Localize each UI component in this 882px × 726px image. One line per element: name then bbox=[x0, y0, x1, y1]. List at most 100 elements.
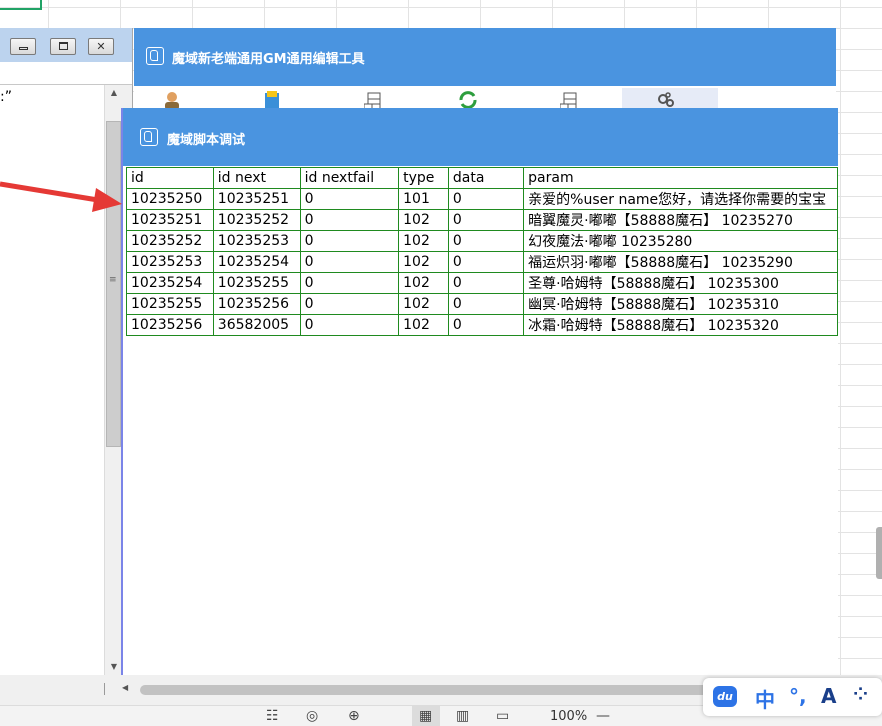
zoom-out-icon[interactable]: — bbox=[596, 708, 610, 724]
table-cell[interactable]: 幽冥·哈姆特【58888魔石】 10235310 bbox=[523, 293, 838, 315]
table-cell[interactable]: 0 bbox=[447, 314, 525, 336]
left-window: ✕ :” ▲ ≡ ▼ bbox=[0, 28, 133, 675]
table-cell[interactable]: 圣尊·哈姆特【58888魔石】 10235300 bbox=[523, 272, 838, 294]
left-window-menu-strip bbox=[0, 62, 132, 85]
table-cell[interactable]: 暗翼魔灵·嘟嘟【58888魔石】 10235270 bbox=[523, 209, 838, 231]
ime-menu-grid-icon[interactable]: ⁘ bbox=[853, 684, 868, 705]
table-header-row: id id next id nextfail type data param bbox=[126, 167, 838, 189]
table-cell[interactable]: 102 bbox=[398, 230, 449, 252]
ime-punctuation-toggle[interactable]: °, bbox=[789, 684, 807, 708]
table-cell[interactable]: 亲爱的%user name您好，请选择你需要的宝宝 bbox=[523, 188, 838, 210]
table-cell[interactable]: 0 bbox=[447, 251, 525, 273]
zoom-level[interactable]: 100% bbox=[550, 709, 587, 724]
table-cell[interactable]: 102 bbox=[398, 293, 449, 315]
table-cell[interactable]: 10235250 bbox=[126, 188, 214, 210]
table-cell[interactable]: 10235251 bbox=[126, 209, 214, 231]
table-cell[interactable]: 10235253 bbox=[126, 251, 214, 273]
table-cell[interactable]: 36582005 bbox=[212, 314, 301, 336]
table-layout-icon[interactable]: ☷ bbox=[266, 708, 279, 724]
table-cell[interactable]: 102 bbox=[398, 251, 449, 273]
maximize-icon bbox=[59, 42, 68, 50]
table-cell[interactable]: 0 bbox=[299, 314, 400, 336]
center-mode-icon[interactable]: ⊕ bbox=[348, 708, 360, 724]
column-header[interactable]: data bbox=[447, 167, 525, 189]
gm-tool-titlebar: 魔域新老端通用GM通用编辑工具 bbox=[134, 28, 836, 86]
column-header[interactable]: param bbox=[523, 167, 838, 189]
table-cell[interactable]: 0 bbox=[447, 293, 525, 315]
table-cell[interactable]: 福运炽羽·嘟嘟【58888魔石】 10235290 bbox=[523, 251, 838, 273]
table-cell[interactable]: 102 bbox=[398, 272, 449, 294]
eye-protect-icon[interactable]: ◎ bbox=[306, 708, 318, 724]
table-cell[interactable]: 0 bbox=[447, 272, 525, 294]
table-row[interactable]: 10235251 10235252 0 102 0 暗翼魔灵·嘟嘟【58888魔石】 10… bbox=[126, 209, 838, 231]
table-cell[interactable]: 10235253 bbox=[212, 230, 301, 252]
column-header[interactable]: id nextfail bbox=[299, 167, 400, 189]
table-cell[interactable]: 幻夜魔法·嘟嘟 10235280 bbox=[523, 230, 838, 252]
maximize-button[interactable] bbox=[50, 38, 76, 55]
script-debug-body: id id next id nextfail type data param 102352… bbox=[123, 166, 838, 675]
page-layout-icon[interactable]: ▥ bbox=[456, 708, 469, 724]
table-cell[interactable]: 10235255 bbox=[212, 272, 301, 294]
table-cell[interactable]: 冰霜·哈姆特【58888魔石】 10235320 bbox=[523, 314, 838, 336]
close-button[interactable]: ✕ bbox=[88, 38, 114, 55]
scroll-grip-icon: ≡ bbox=[109, 275, 117, 285]
table-cell[interactable]: 10235251 bbox=[212, 188, 301, 210]
gm-tool-title: 魔域新老端通用GM通用编辑工具 bbox=[172, 52, 365, 67]
script-debug-titlebar: 魔域脚本调试 bbox=[123, 108, 838, 166]
left-window-titlebar: ✕ bbox=[0, 28, 132, 62]
table-row[interactable]: 10235253 10235254 0 102 0 福运炽羽·嘟嘟【58888魔石】 10… bbox=[126, 251, 838, 273]
table-cell[interactable]: 0 bbox=[299, 272, 400, 294]
table-cell[interactable]: 0 bbox=[447, 188, 525, 210]
minimize-button[interactable] bbox=[10, 38, 36, 55]
table-cell[interactable]: 0 bbox=[447, 230, 525, 252]
table-cell[interactable]: 102 bbox=[398, 209, 449, 231]
ime-toolbar: du 中 °, A ⁘ bbox=[703, 678, 882, 716]
scroll-left-arrow-icon[interactable]: ◀ bbox=[122, 683, 128, 692]
table-row[interactable]: 10235255 10235256 0 102 0 幽冥·哈姆特【58888魔石】 102… bbox=[126, 293, 838, 315]
normal-view-button[interactable]: ▦ bbox=[412, 706, 440, 726]
sheet-tab-separator bbox=[104, 683, 105, 695]
left-window-text: :” bbox=[0, 89, 12, 105]
table-cell[interactable]: 10235256 bbox=[212, 293, 301, 315]
script-debug-window: 魔域脚本调试 id id next id nextfail type data param… bbox=[121, 108, 838, 675]
table-cell[interactable]: 0 bbox=[299, 251, 400, 273]
table-cell[interactable]: 10235256 bbox=[126, 314, 214, 336]
user-icon[interactable] bbox=[162, 90, 182, 110]
table-cell[interactable]: 10235255 bbox=[126, 293, 214, 315]
horizontal-scroll-thumb[interactable] bbox=[140, 685, 710, 695]
table-row[interactable]: 10235256 36582005 0 102 0 冰霜·哈姆特【58888魔石】 102… bbox=[126, 314, 838, 336]
column-header[interactable]: id next bbox=[212, 167, 301, 189]
table-cell[interactable]: 0 bbox=[299, 209, 400, 231]
right-edge-scroll-tab[interactable] bbox=[876, 527, 882, 579]
table-cell[interactable]: 10235252 bbox=[126, 230, 214, 252]
database-icon[interactable] bbox=[364, 90, 384, 110]
table-cell[interactable]: 0 bbox=[447, 209, 525, 231]
table-row[interactable]: 10235254 10235255 0 102 0 圣尊·哈姆特【58888魔石】 102… bbox=[126, 272, 838, 294]
table-cell[interactable]: 0 bbox=[299, 230, 400, 252]
script-table: id id next id nextfail type data param 102352… bbox=[126, 167, 838, 336]
page-break-icon[interactable]: ▭ bbox=[496, 708, 509, 724]
baidu-ime-logo-icon[interactable]: du bbox=[713, 686, 737, 707]
ime-language-toggle[interactable]: 中 bbox=[755, 684, 775, 713]
book-icon[interactable] bbox=[262, 90, 282, 110]
column-header[interactable]: type bbox=[398, 167, 449, 189]
minimize-icon bbox=[19, 47, 28, 50]
scroll-up-arrow-icon[interactable]: ▲ bbox=[105, 85, 123, 101]
table-row[interactable]: 10235252 10235253 0 102 0 幻夜魔法·嘟嘟 10235280 bbox=[126, 230, 838, 252]
table-cell[interactable]: 0 bbox=[299, 293, 400, 315]
refresh-icon[interactable] bbox=[458, 90, 478, 110]
database-icon[interactable] bbox=[560, 90, 580, 110]
table-cell[interactable]: 10235254 bbox=[126, 272, 214, 294]
gm-tool-window: 魔域新老端通用GM通用编辑工具 bbox=[134, 28, 836, 110]
table-cell[interactable]: 102 bbox=[398, 314, 449, 336]
app-link-icon bbox=[140, 128, 158, 146]
script-debug-title: 魔域脚本调试 bbox=[167, 133, 246, 148]
table-cell[interactable]: 10235252 bbox=[212, 209, 301, 231]
ime-skin-toggle[interactable]: A bbox=[821, 684, 836, 708]
gear-cluster-icon[interactable] bbox=[656, 90, 676, 110]
column-header[interactable]: id bbox=[126, 167, 214, 189]
table-cell[interactable]: 101 bbox=[398, 188, 449, 210]
table-cell[interactable]: 10235254 bbox=[212, 251, 301, 273]
table-row[interactable]: 10235250 10235251 0 101 0 亲爱的%user name您好，请选择… bbox=[126, 188, 838, 210]
table-cell[interactable]: 0 bbox=[299, 188, 400, 210]
